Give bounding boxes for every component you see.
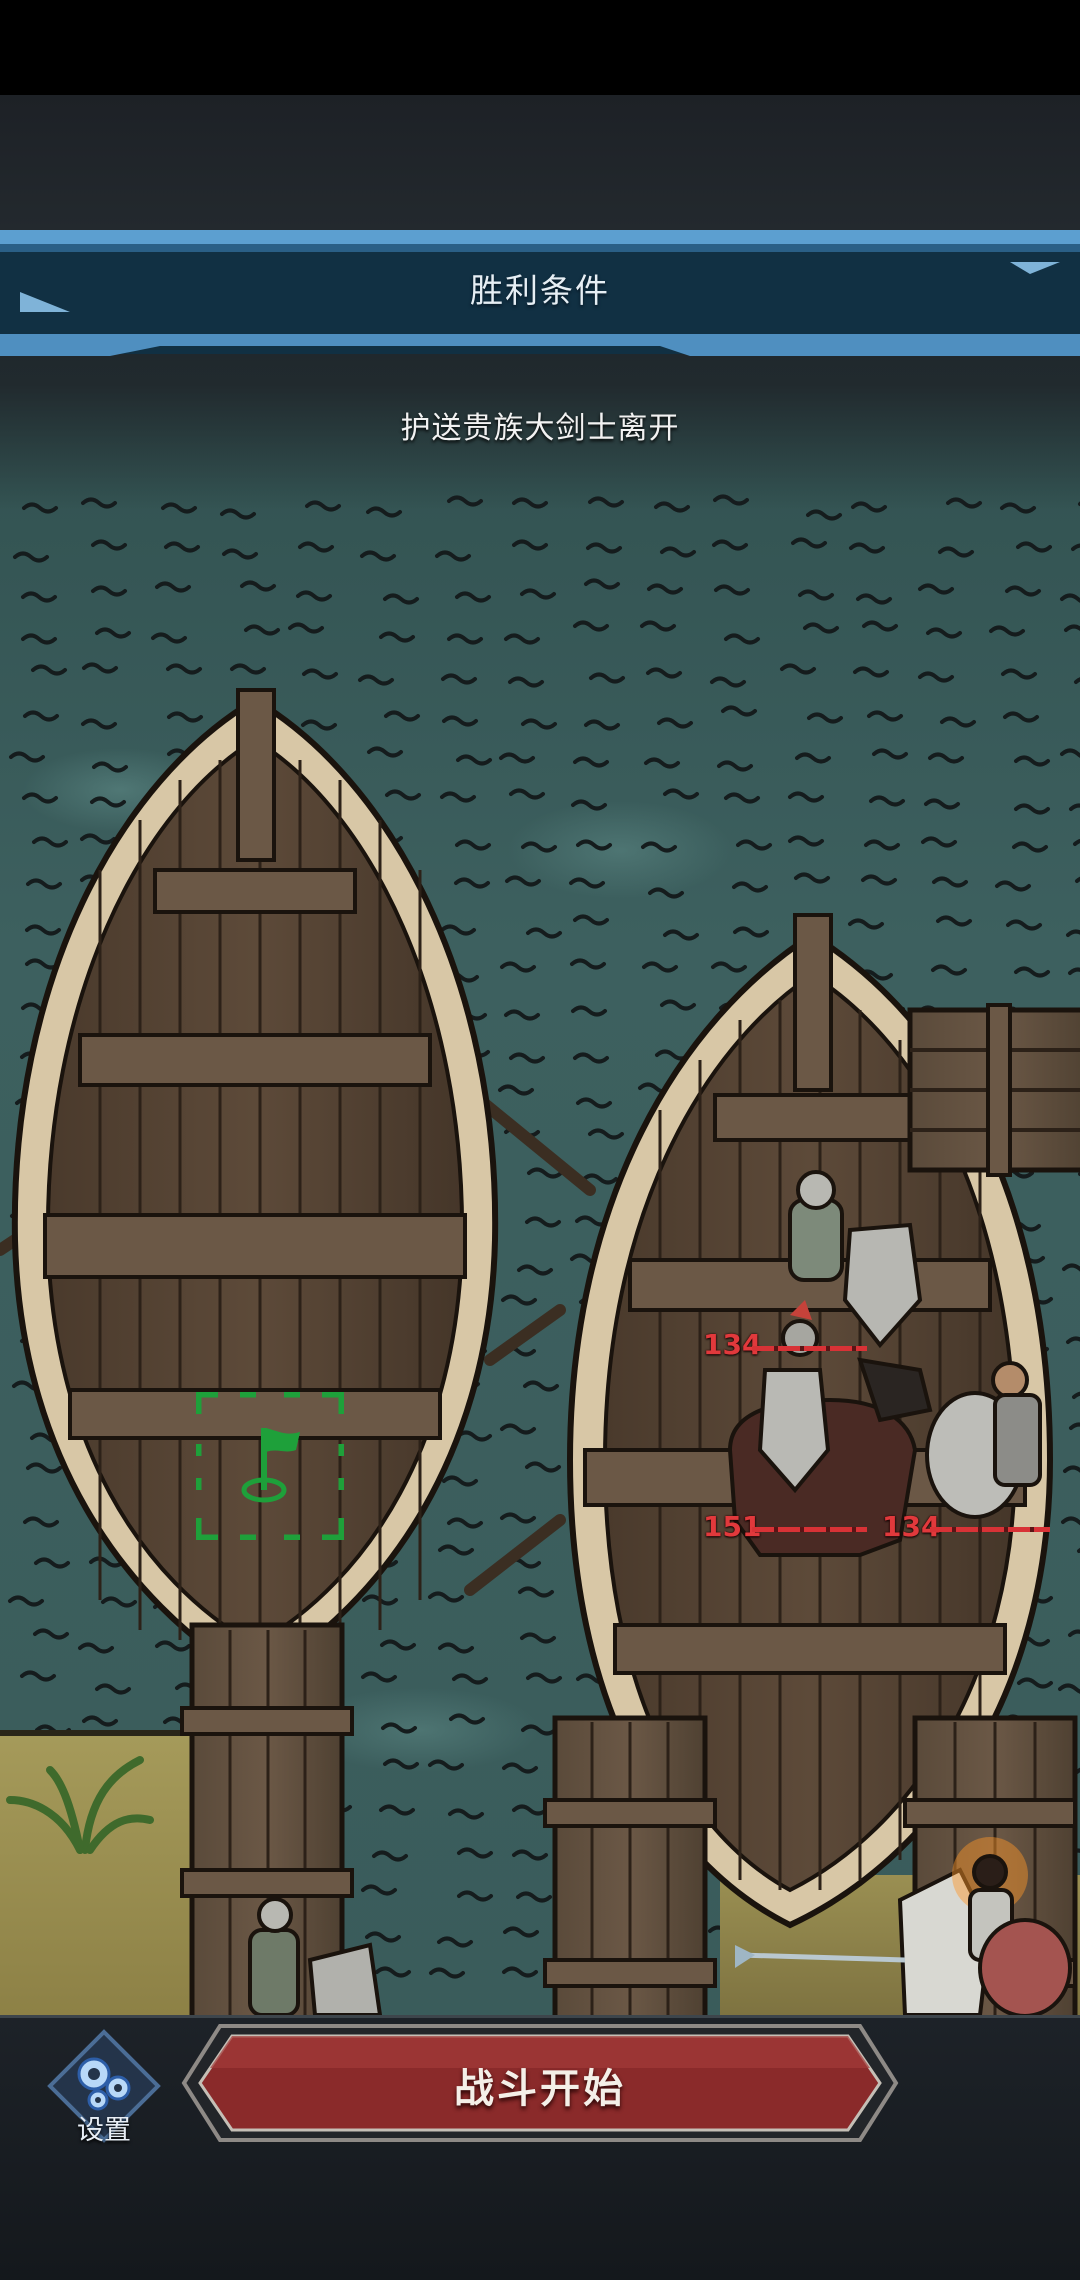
settings-button[interactable] <box>38 2028 170 2146</box>
unit-hp-bar <box>752 1527 867 1532</box>
shore-plant <box>6 1756 154 1854</box>
battle-map: 胜利条件 护送贵族大剑士离开 134 151 134 战斗开始 设置 <box>0 0 1080 2280</box>
objective-text: 护送贵族大剑士离开 <box>400 411 680 446</box>
crate <box>907 1003 1080 1177</box>
start-battle-button[interactable] <box>180 2022 900 2144</box>
flag-icon <box>241 1428 300 1503</box>
unit-hp-label: 134 <box>703 1328 762 1361</box>
target-marker[interactable] <box>196 1392 344 1540</box>
unit-hp-bar <box>930 1527 1050 1532</box>
banner-title: 胜利条件 <box>470 271 610 310</box>
unit-hp-bar <box>752 1346 867 1351</box>
